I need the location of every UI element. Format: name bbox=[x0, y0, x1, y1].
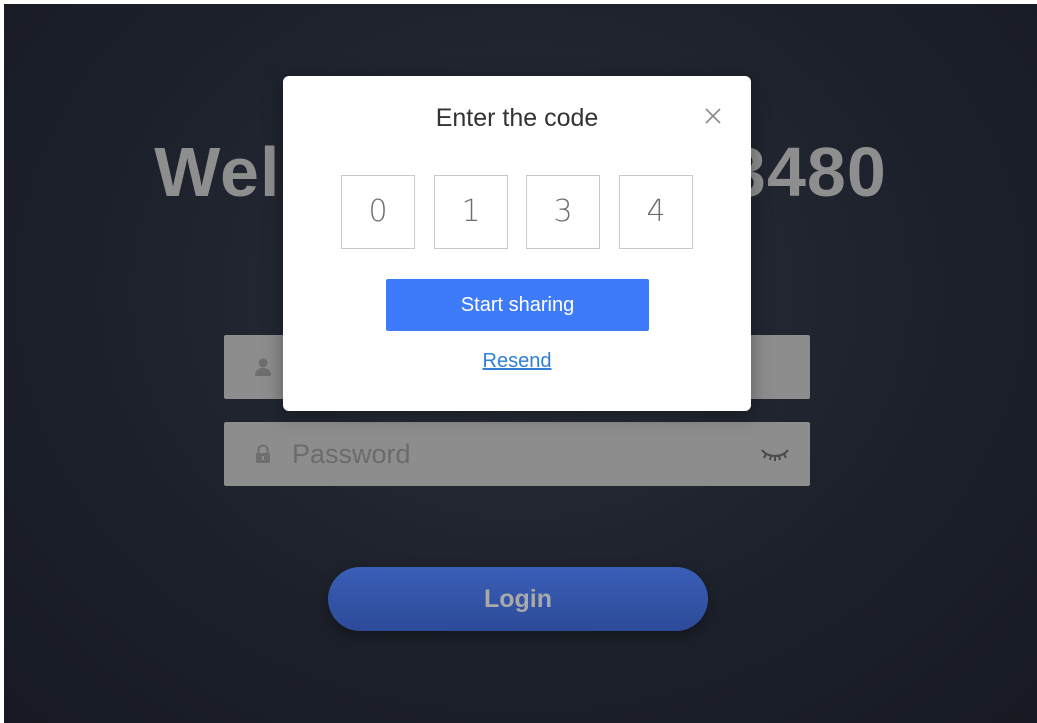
login-button[interactable]: Login bbox=[328, 567, 708, 631]
start-sharing-button[interactable]: Start sharing bbox=[386, 279, 649, 331]
code-digit-3[interactable]: 3 bbox=[526, 175, 600, 249]
password-input[interactable] bbox=[292, 422, 712, 486]
close-icon[interactable] bbox=[703, 106, 723, 126]
code-digit-4[interactable]: 4 bbox=[619, 175, 693, 249]
enter-code-dialog: Enter the code 0 1 3 4 Start sharing Res… bbox=[283, 76, 751, 411]
password-field[interactable] bbox=[224, 422, 810, 486]
lock-icon bbox=[256, 444, 270, 463]
login-screen: Welcome to GXV3480 Login Enter the code bbox=[4, 4, 1037, 723]
code-input-group: 0 1 3 4 bbox=[341, 175, 693, 249]
resend-link[interactable]: Resend bbox=[283, 350, 751, 373]
code-digit-2[interactable]: 1 bbox=[434, 175, 508, 249]
code-digit-1[interactable]: 0 bbox=[341, 175, 415, 249]
dialog-title: Enter the code bbox=[435, 104, 599, 132]
user-icon bbox=[255, 358, 271, 376]
eye-closed-icon[interactable] bbox=[760, 446, 790, 462]
resend-link-label[interactable]: Resend bbox=[483, 350, 552, 372]
